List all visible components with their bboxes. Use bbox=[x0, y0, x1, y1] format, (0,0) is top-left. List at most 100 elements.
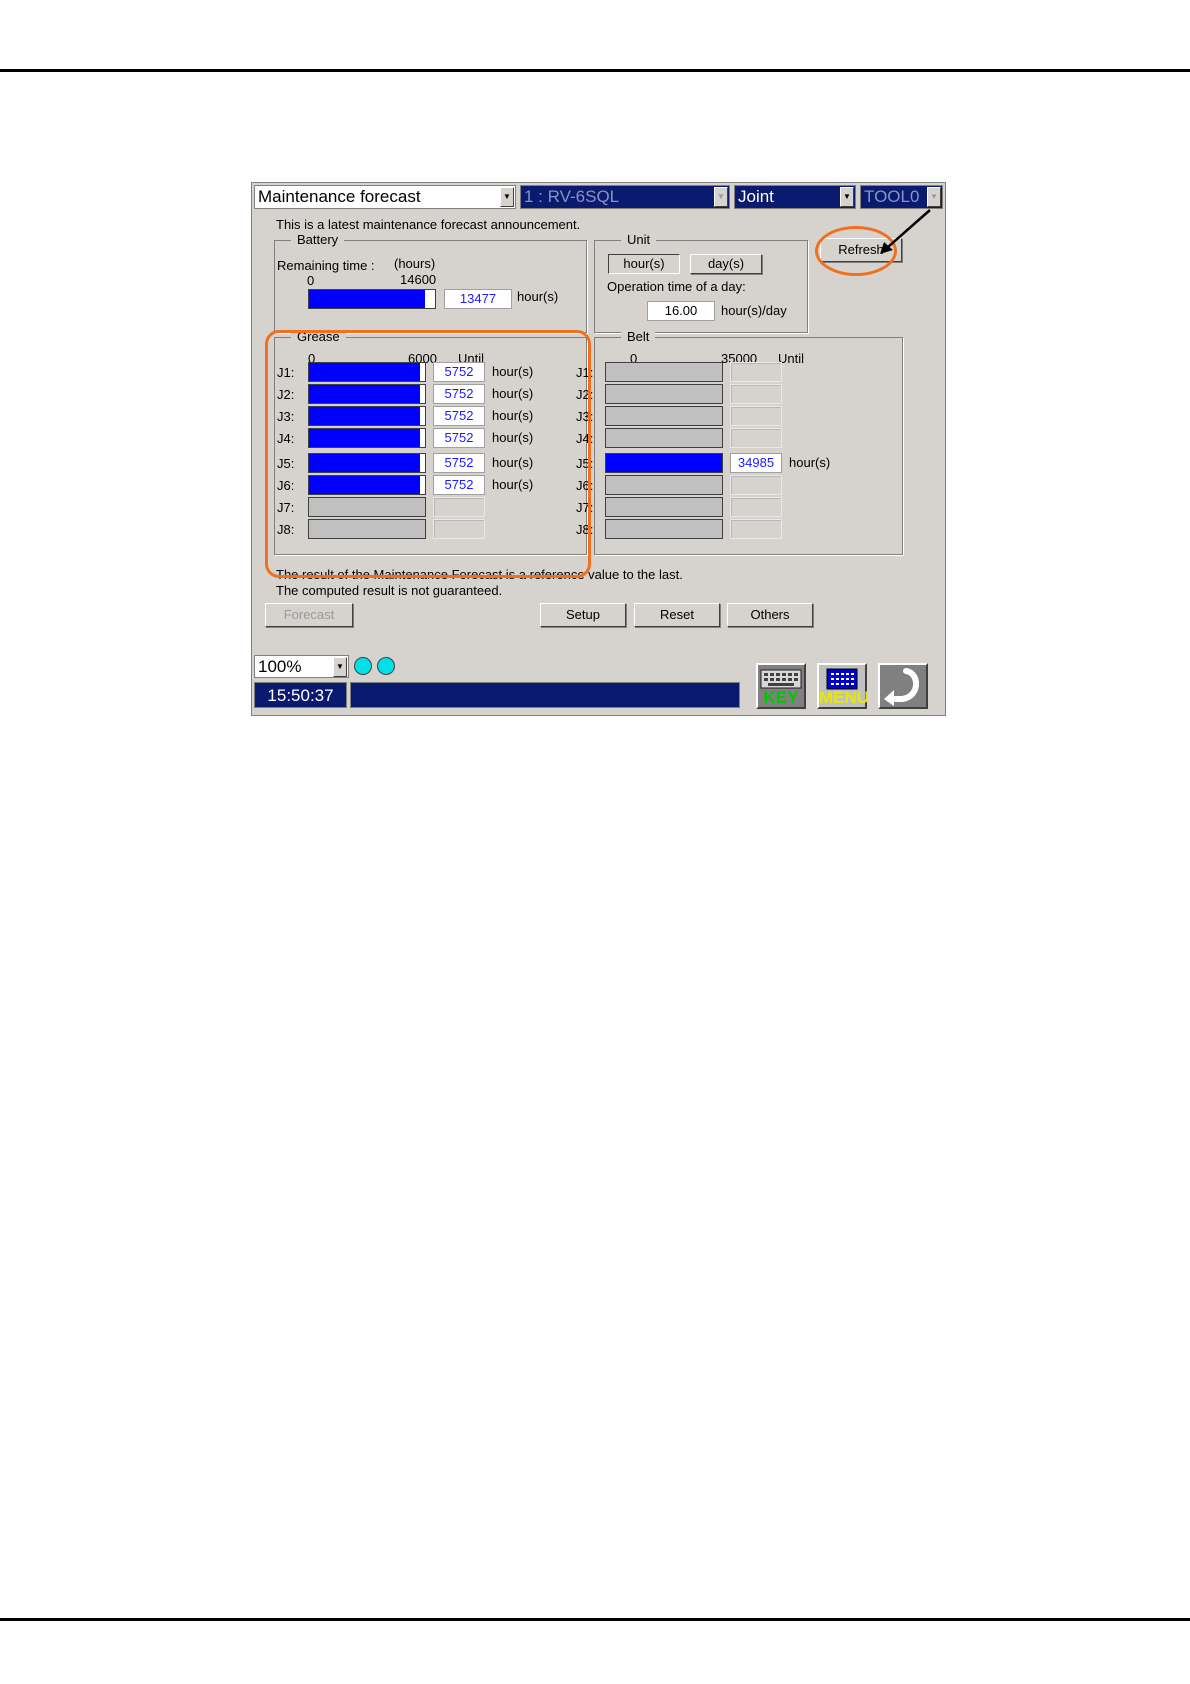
belt-value-field[interactable] bbox=[730, 384, 782, 404]
grease-row-label: J2: bbox=[277, 387, 295, 402]
grease-progress-bar bbox=[308, 384, 426, 404]
robot-select[interactable]: 1 : RV-6SQL ▼ bbox=[520, 185, 730, 209]
belt-progress-bar bbox=[605, 362, 723, 382]
disclaimer-line-2: The computed result is not guaranteed. bbox=[276, 583, 503, 598]
belt-value-field[interactable] bbox=[730, 362, 782, 382]
grease-progress-fill bbox=[309, 429, 421, 447]
grease-row-unit: hour(s) bbox=[492, 477, 534, 492]
coordinate-select-value: Joint bbox=[738, 187, 774, 206]
operation-time-unit: hour(s)/day bbox=[721, 303, 787, 318]
belt-progress-bar bbox=[605, 453, 723, 473]
belt-value-field[interactable] bbox=[730, 497, 782, 517]
bottom-page-rule bbox=[0, 1618, 1190, 1621]
grease-progress-fill bbox=[309, 476, 421, 494]
belt-progress-bar bbox=[605, 428, 723, 448]
belt-value-field[interactable] bbox=[730, 475, 782, 495]
battery-value-field[interactable]: 13477 bbox=[444, 289, 512, 309]
grease-row-label: J3: bbox=[277, 409, 295, 424]
grease-row-label: J5: bbox=[277, 456, 295, 471]
days-unit-button[interactable]: day(s) bbox=[690, 254, 762, 274]
belt-progress-bar bbox=[605, 384, 723, 404]
top-page-rule bbox=[0, 69, 1190, 72]
grease-progress-fill bbox=[309, 454, 421, 472]
status-indicator-2 bbox=[377, 657, 395, 675]
menu-button[interactable]: MENU bbox=[817, 663, 870, 709]
function-select-value: Maintenance forecast bbox=[258, 187, 421, 206]
grease-row-label: J4: bbox=[277, 431, 295, 446]
grease-value-field[interactable]: 5752 bbox=[433, 406, 485, 426]
battery-unit: hour(s) bbox=[517, 289, 559, 304]
belt-value-field[interactable]: 34985 bbox=[730, 453, 782, 473]
grease-value-field[interactable]: 5752 bbox=[433, 475, 485, 495]
belt-row-label: J2: bbox=[576, 387, 594, 402]
status-time: 15:50:37 bbox=[254, 682, 347, 708]
announcement-text: This is a latest maintenance forecast an… bbox=[276, 217, 581, 232]
belt-row-label: J5: bbox=[576, 456, 594, 471]
refresh-button[interactable]: Refresh bbox=[820, 238, 902, 262]
belt-row-label: J4: bbox=[576, 431, 594, 446]
chevron-down-icon[interactable]: ▼ bbox=[927, 187, 941, 207]
belt-row-label: J1: bbox=[576, 365, 594, 380]
belt-row-label: J8: bbox=[576, 522, 594, 537]
function-select[interactable]: Maintenance forecast ▼ bbox=[254, 185, 516, 209]
setup-button[interactable]: Setup bbox=[540, 603, 626, 627]
back-button[interactable] bbox=[878, 663, 928, 709]
belt-progress-fill bbox=[606, 454, 722, 472]
grease-value-field[interactable]: 5752 bbox=[433, 428, 485, 448]
grease-value-field[interactable]: 5752 bbox=[433, 384, 485, 404]
operation-time-label: Operation time of a day: bbox=[607, 279, 746, 294]
grease-value-field[interactable] bbox=[433, 497, 485, 517]
chevron-down-icon[interactable]: ▼ bbox=[500, 187, 514, 207]
others-button[interactable]: Others bbox=[727, 603, 813, 627]
battery-progress-fill bbox=[309, 290, 426, 308]
forecast-button[interactable]: Forecast bbox=[265, 603, 353, 627]
belt-progress-bar bbox=[605, 497, 723, 517]
grease-row-label: J6: bbox=[277, 478, 295, 493]
chevron-down-icon[interactable]: ▼ bbox=[714, 187, 728, 207]
tool-select[interactable]: TOOL0 ▼ bbox=[860, 185, 943, 209]
status-indicator-1 bbox=[354, 657, 372, 675]
grease-row-unit: hour(s) bbox=[492, 430, 534, 445]
grease-value-field[interactable]: 5752 bbox=[433, 453, 485, 473]
tool-select-value: TOOL0 bbox=[864, 187, 920, 206]
battery-unit-label: (hours) bbox=[394, 256, 436, 271]
belt-progress-bar bbox=[605, 406, 723, 426]
menu-label: MENU bbox=[819, 688, 870, 707]
grease-row-label: J8: bbox=[277, 522, 295, 537]
grease-row-label: J1: bbox=[277, 365, 295, 380]
grease-progress-bar bbox=[308, 453, 426, 473]
battery-scale-max: 14600 bbox=[400, 272, 437, 287]
zoom-select[interactable]: 100% ▼ bbox=[254, 655, 349, 678]
remaining-time-label: Remaining time : bbox=[277, 258, 375, 273]
grease-row-unit: hour(s) bbox=[492, 386, 534, 401]
coordinate-select[interactable]: Joint ▼ bbox=[734, 185, 856, 209]
grease-value-field[interactable] bbox=[433, 519, 485, 539]
operation-time-field[interactable]: 16.00 bbox=[647, 301, 715, 321]
battery-progress-bar bbox=[308, 289, 436, 309]
battery-scale-min: 0 bbox=[307, 273, 315, 288]
hours-unit-button[interactable]: hour(s) bbox=[608, 254, 680, 274]
disclaimer-line-1: The result of the Maintenance Forecast i… bbox=[276, 567, 683, 582]
grease-progress-bar bbox=[308, 519, 426, 539]
grease-value-field[interactable]: 5752 bbox=[433, 362, 485, 382]
belt-value-field[interactable] bbox=[730, 428, 782, 448]
battery-legend: Battery bbox=[291, 232, 345, 248]
key-button[interactable]: KEY bbox=[756, 663, 806, 709]
zoom-value: 100% bbox=[258, 657, 302, 676]
grease-progress-bar bbox=[308, 497, 426, 517]
belt-progress-bar bbox=[605, 519, 723, 539]
belt-value-field[interactable] bbox=[730, 519, 782, 539]
grease-row-unit: hour(s) bbox=[492, 455, 534, 470]
grease-progress-bar bbox=[308, 362, 426, 382]
reset-button[interactable]: Reset bbox=[634, 603, 720, 627]
grease-row-unit: hour(s) bbox=[492, 364, 534, 379]
key-label: KEY bbox=[763, 688, 799, 707]
chevron-down-icon[interactable]: ▼ bbox=[840, 187, 854, 207]
belt-value-field[interactable] bbox=[730, 406, 782, 426]
belt-row-label: J3: bbox=[576, 409, 594, 424]
grease-progress-bar bbox=[308, 406, 426, 426]
chevron-down-icon[interactable]: ▼ bbox=[333, 657, 347, 677]
belt-legend: Belt bbox=[621, 329, 656, 345]
back-arrow-icon bbox=[884, 668, 919, 706]
grease-legend: Grease bbox=[291, 329, 346, 345]
